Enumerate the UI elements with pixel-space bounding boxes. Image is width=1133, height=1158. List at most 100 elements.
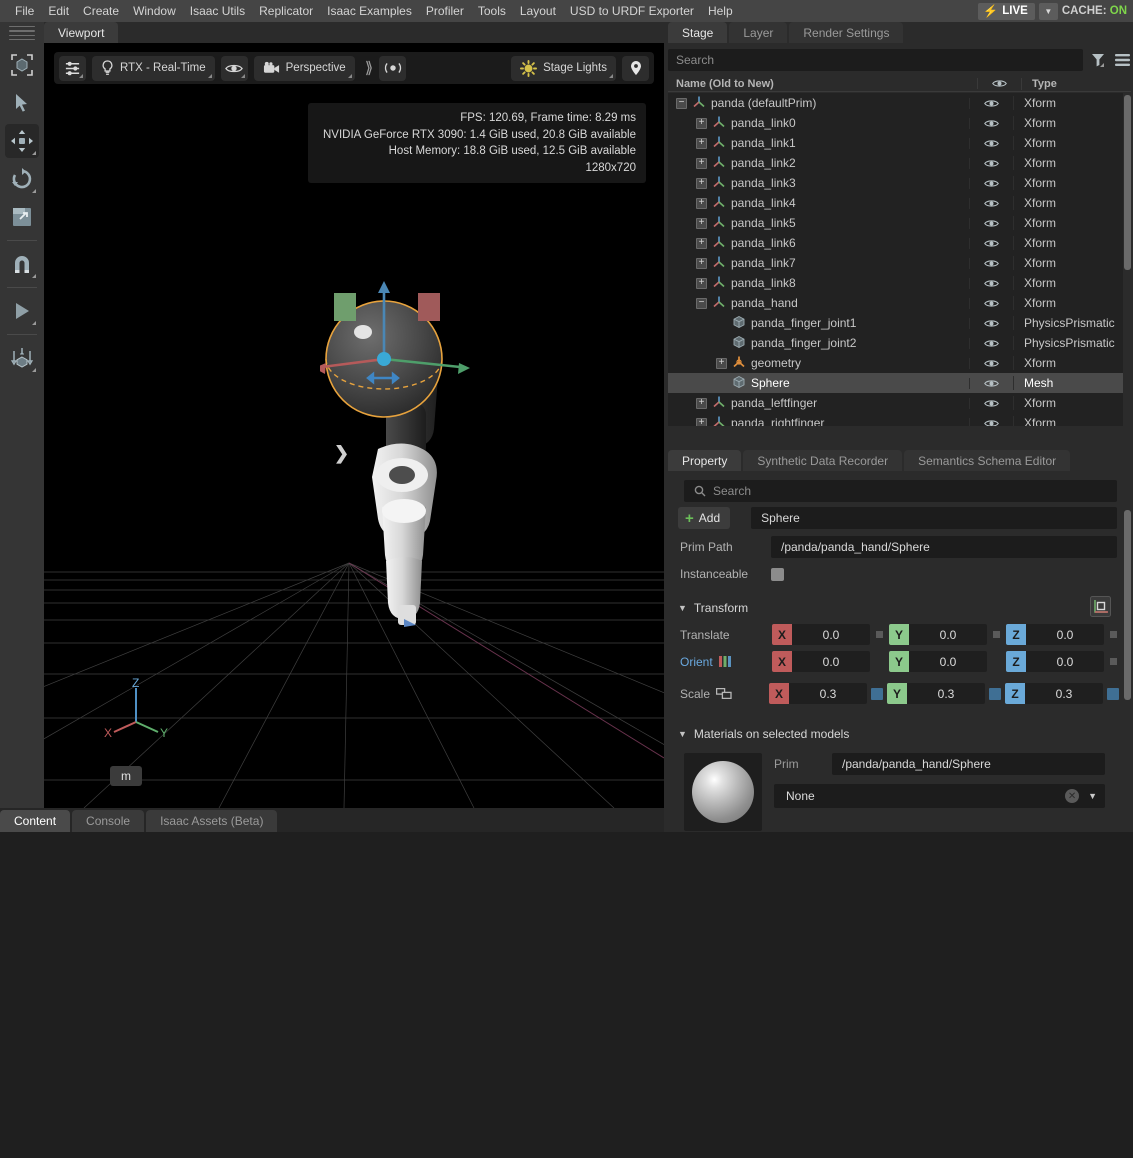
stage-tree-row-visibility-toggle[interactable] <box>969 98 1013 109</box>
viewport-renderer-button[interactable]: RTX - Real-Time <box>92 56 215 81</box>
menu-item-profiler[interactable]: Profiler <box>419 0 471 22</box>
stage-tree-row[interactable]: +panda_link8Xform <box>668 273 1123 293</box>
tab-property[interactable]: Property <box>668 450 741 471</box>
menu-item-help[interactable]: Help <box>701 0 740 22</box>
menu-item-isaac-examples[interactable]: Isaac Examples <box>320 0 419 22</box>
viewport-marker-button[interactable] <box>622 56 649 81</box>
tree-expander-plus-icon[interactable]: + <box>696 418 707 427</box>
stage-tree-row-visibility-toggle[interactable] <box>969 118 1013 129</box>
orient-z-value[interactable]: 0.0 <box>1026 651 1104 672</box>
column-header-name[interactable]: Name (Old to New) <box>668 78 977 90</box>
stage-tree-row-visibility-toggle[interactable] <box>969 178 1013 189</box>
stage-tree-row-visibility-toggle[interactable] <box>969 378 1013 389</box>
viewport-unit-button[interactable]: m <box>110 766 142 786</box>
stage-tree-scrollbar[interactable] <box>1124 93 1131 426</box>
tree-expander-minus-icon[interactable]: − <box>696 298 707 309</box>
stage-tree-row-name[interactable]: +panda_link2 <box>668 155 969 172</box>
material-preview-thumbnail[interactable] <box>684 753 762 831</box>
scale-z-field[interactable]: Z 0.3 <box>1005 683 1103 704</box>
play-tool[interactable] <box>5 294 39 328</box>
stage-tree-row-visibility-toggle[interactable] <box>969 338 1013 349</box>
stage-tree-row-visibility-toggle[interactable] <box>969 238 1013 249</box>
menu-item-file[interactable]: File <box>8 0 41 22</box>
physics-drop-tool[interactable] <box>5 341 39 375</box>
translate-x-handle[interactable] <box>876 631 883 638</box>
stage-tree-row-visibility-toggle[interactable] <box>969 358 1013 369</box>
viewport-expand-arrow-icon[interactable]: ❯ <box>334 443 349 464</box>
orient-z-field[interactable]: Z 0.0 <box>1006 651 1104 672</box>
scale-y-field[interactable]: Y 0.3 <box>887 683 985 704</box>
stage-tree-row-name[interactable]: +panda_link5 <box>668 215 969 232</box>
stage-tree-row-name[interactable]: +panda_link8 <box>668 275 969 292</box>
stage-tree-row-visibility-toggle[interactable] <box>969 158 1013 169</box>
menu-item-create[interactable]: Create <box>76 0 126 22</box>
menu-item-replicator[interactable]: Replicator <box>252 0 320 22</box>
select-bbox-tool[interactable] <box>5 48 39 82</box>
tree-expander-plus-icon[interactable]: + <box>696 218 707 229</box>
stage-tree-row-name[interactable]: +geometry <box>668 355 969 372</box>
stage-tree-row-name[interactable]: +panda_link3 <box>668 175 969 192</box>
menu-item-edit[interactable]: Edit <box>41 0 76 22</box>
stage-tree-row[interactable]: −panda_handXform <box>668 293 1123 313</box>
material-select-dropdown[interactable]: None ✕ ▼ <box>774 784 1105 808</box>
tab-semantics-schema-editor[interactable]: Semantics Schema Editor <box>904 450 1070 471</box>
stage-tree-row[interactable]: +panda_rightfingerXform <box>668 413 1123 426</box>
stage-menu-button[interactable] <box>1113 50 1131 70</box>
menu-item-isaac-utils[interactable]: Isaac Utils <box>183 0 252 22</box>
scale-x-value[interactable]: 0.3 <box>789 683 867 704</box>
translate-y-field[interactable]: Y 0.0 <box>889 624 987 645</box>
double-chevron-icon[interactable]: ⟩⟩ <box>361 58 373 78</box>
stage-tree-row-visibility-toggle[interactable] <box>969 138 1013 149</box>
stage-tree-row[interactable]: −panda (defaultPrim)Xform <box>668 93 1123 113</box>
live-dropdown-button[interactable]: ▼ <box>1039 3 1058 20</box>
stage-tree-row-name[interactable]: Sphere <box>668 375 969 392</box>
viewport-visibility-button[interactable] <box>221 56 248 81</box>
tab-content[interactable]: Content <box>0 810 70 832</box>
toolbar-drag-handle[interactable] <box>9 26 35 40</box>
column-header-type[interactable]: Type <box>1021 78 1131 90</box>
stage-tree-row-visibility-toggle[interactable] <box>969 398 1013 409</box>
translate-x-field[interactable]: X 0.0 <box>772 624 870 645</box>
orient-x-value[interactable]: 0.0 <box>792 651 870 672</box>
tab-console[interactable]: Console <box>72 810 144 832</box>
viewport-3d-canvas[interactable]: ❯ Z X Y m <box>44 43 664 808</box>
viewport-camera-button[interactable]: Perspective <box>254 56 355 81</box>
stage-tree-row-name[interactable]: +panda_link4 <box>668 195 969 212</box>
tree-expander-minus-icon[interactable]: − <box>676 98 687 109</box>
tree-expander-plus-icon[interactable]: + <box>696 158 707 169</box>
stage-filter-button[interactable] <box>1089 50 1107 70</box>
tab-synthetic-data-recorder[interactable]: Synthetic Data Recorder <box>743 450 902 471</box>
orient-x-handle[interactable] <box>876 658 883 665</box>
stage-tree-row-name[interactable]: −panda_hand <box>668 295 969 312</box>
tab-isaac-assets[interactable]: Isaac Assets (Beta) <box>146 810 277 832</box>
tree-expander-plus-icon[interactable]: + <box>696 238 707 249</box>
stage-tree-row-name[interactable]: +panda_link6 <box>668 235 969 252</box>
tab-stage[interactable]: Stage <box>668 22 727 43</box>
menu-item-layout[interactable]: Layout <box>513 0 563 22</box>
live-button[interactable]: ⚡ LIVE <box>978 3 1035 20</box>
stage-tree-row-name[interactable]: +panda_rightfinger <box>668 415 969 427</box>
property-search-input[interactable]: Search <box>684 480 1117 502</box>
stage-tree-row[interactable]: +panda_link7Xform <box>668 253 1123 273</box>
tree-expander-plus-icon[interactable]: + <box>696 118 707 129</box>
transform-section-header[interactable]: ▼ Transform <box>668 597 1123 619</box>
tree-expander-plus-icon[interactable]: + <box>696 398 707 409</box>
tree-expander-plus-icon[interactable]: + <box>696 198 707 209</box>
stage-search-input[interactable]: Search <box>668 49 1083 71</box>
stage-tree-row-name[interactable]: panda_finger_joint2 <box>668 335 969 352</box>
stage-tree-row-visibility-toggle[interactable] <box>969 318 1013 329</box>
stage-tree-row[interactable]: +panda_link4Xform <box>668 193 1123 213</box>
stage-tree-row-visibility-toggle[interactable] <box>969 418 1013 427</box>
viewport-audio-button[interactable] <box>379 56 406 81</box>
prim-name-field[interactable]: Sphere <box>751 507 1117 529</box>
stage-tree-row[interactable]: +panda_link6Xform <box>668 233 1123 253</box>
property-scrollbar[interactable] <box>1124 510 1131 802</box>
material-prim-field[interactable]: /panda/panda_hand/Sphere <box>832 753 1105 775</box>
orient-z-handle[interactable] <box>1110 658 1117 665</box>
stage-tree-row[interactable]: +geometryXform <box>668 353 1123 373</box>
tree-expander-plus-icon[interactable]: + <box>716 358 727 369</box>
move-tool[interactable] <box>5 124 39 158</box>
menu-item-window[interactable]: Window <box>126 0 183 22</box>
tab-render-settings[interactable]: Render Settings <box>789 22 903 43</box>
stage-tree-row-name[interactable]: +panda_link0 <box>668 115 969 132</box>
